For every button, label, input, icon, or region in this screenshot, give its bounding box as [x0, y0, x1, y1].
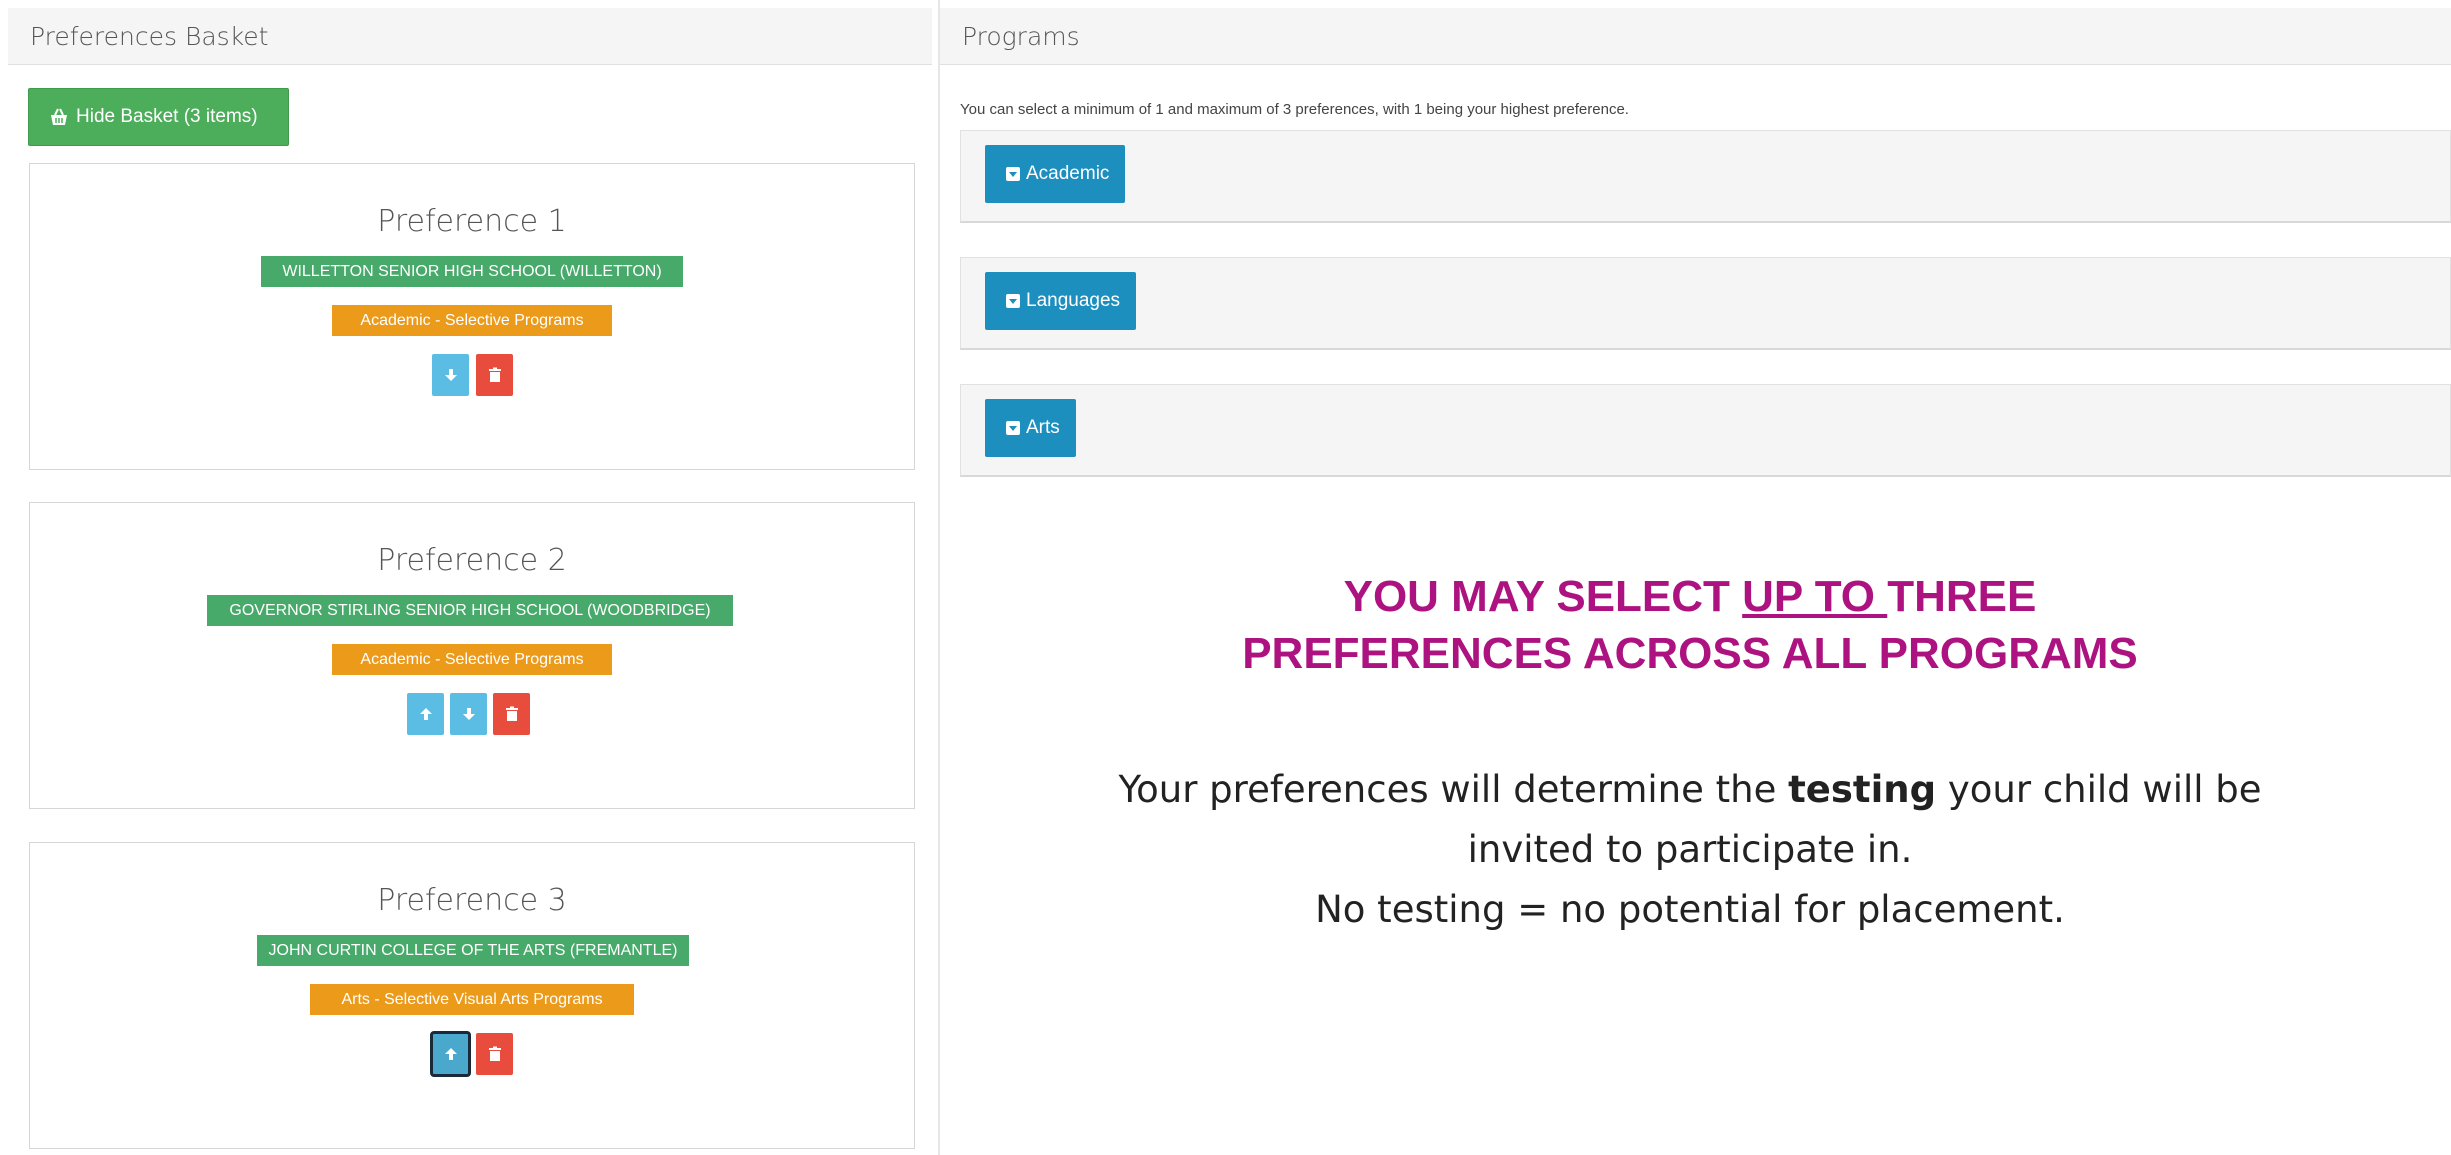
selection-hint: You can select a minimum of 1 and maximu…	[960, 101, 1629, 118]
school-label: JOHN CURTIN COLLEGE OF THE ARTS (FREMANT…	[257, 935, 689, 966]
category-academic: Academic	[960, 130, 2451, 223]
preference-card-1: Preference 1 WILLETTON SENIOR HIGH SCHOO…	[29, 163, 915, 470]
arts-label: Arts	[1026, 417, 1060, 438]
info-line1-post: your child will be	[1936, 768, 2262, 811]
school-label: WILLETTON SENIOR HIGH SCHOOL (WILLETTON)	[261, 256, 683, 287]
info-line1-pre: Your preferences will determine the	[1118, 768, 1789, 811]
languages-toggle-button[interactable]: Languages	[985, 272, 1137, 330]
programs-header: Programs	[940, 8, 2451, 65]
arts-toggle-button[interactable]: Arts	[985, 399, 1076, 457]
info-line1-bold: testing	[1788, 768, 1937, 811]
hide-basket-label: Hide Basket (3 items)	[76, 106, 258, 127]
preference-title: Preference 1	[377, 204, 567, 239]
program-label: Academic - Selective Programs	[332, 305, 612, 336]
delete-button[interactable]	[476, 1033, 513, 1075]
hide-basket-button[interactable]: Hide Basket (3 items)	[28, 88, 289, 146]
category-arts: Arts	[960, 384, 2451, 477]
basket-icon	[51, 108, 67, 125]
move-up-button[interactable]	[430, 1031, 471, 1077]
academic-label: Academic	[1026, 163, 1110, 184]
trash-icon	[488, 1046, 501, 1061]
move-down-button[interactable]	[450, 693, 487, 735]
delete-button[interactable]	[476, 354, 513, 396]
preferences-basket-header: Preferences Basket	[8, 8, 932, 65]
preference-card-2: Preference 2 GOVERNOR STIRLING SENIOR HI…	[29, 502, 915, 809]
preference-title: Preference 3	[377, 883, 567, 918]
category-languages: Languages	[960, 257, 2451, 350]
delete-button[interactable]	[493, 693, 530, 735]
trash-icon	[488, 367, 501, 382]
info-line2: invited to participate in.	[1467, 828, 1913, 871]
info-line3: No testing = no potential for placement.	[1315, 888, 2065, 931]
trash-icon	[505, 706, 518, 721]
move-down-button[interactable]	[432, 354, 469, 396]
preference-title: Preference 2	[377, 543, 567, 578]
headline-underlined: UP TO	[1742, 572, 1888, 621]
selection-headline: YOU MAY SELECT UP TO THREE PREFERENCES A…	[1130, 568, 2250, 682]
academic-toggle-button[interactable]: Academic	[985, 145, 1126, 203]
expand-square-icon	[1006, 167, 1020, 181]
arrow-up-icon	[419, 708, 432, 720]
move-up-button[interactable]	[407, 693, 444, 735]
expand-square-icon	[1006, 421, 1020, 435]
languages-label: Languages	[1026, 290, 1121, 311]
headline-part1: YOU MAY SELECT	[1343, 572, 1743, 621]
testing-info: Your preferences will determine the test…	[1040, 760, 2340, 940]
arrow-down-icon	[462, 708, 475, 720]
headline-part2: THREE	[1887, 572, 2037, 621]
school-label: GOVERNOR STIRLING SENIOR HIGH SCHOOL (WO…	[207, 595, 733, 626]
program-label: Academic - Selective Programs	[332, 644, 612, 675]
preference-card-3: Preference 3 JOHN CURTIN COLLEGE OF THE …	[29, 842, 915, 1149]
expand-square-icon	[1006, 294, 1020, 308]
programs-panel: Programs You can select a minimum of 1 a…	[940, 0, 2451, 1155]
headline-line2: PREFERENCES ACROSS ALL PROGRAMS	[1242, 629, 2138, 678]
arrow-up-icon	[444, 1048, 457, 1060]
program-label: Arts - Selective Visual Arts Programs	[310, 984, 634, 1015]
arrow-down-icon	[444, 369, 457, 381]
preferences-basket-panel: Preferences Basket Hide Basket (3 items)…	[8, 0, 932, 1155]
